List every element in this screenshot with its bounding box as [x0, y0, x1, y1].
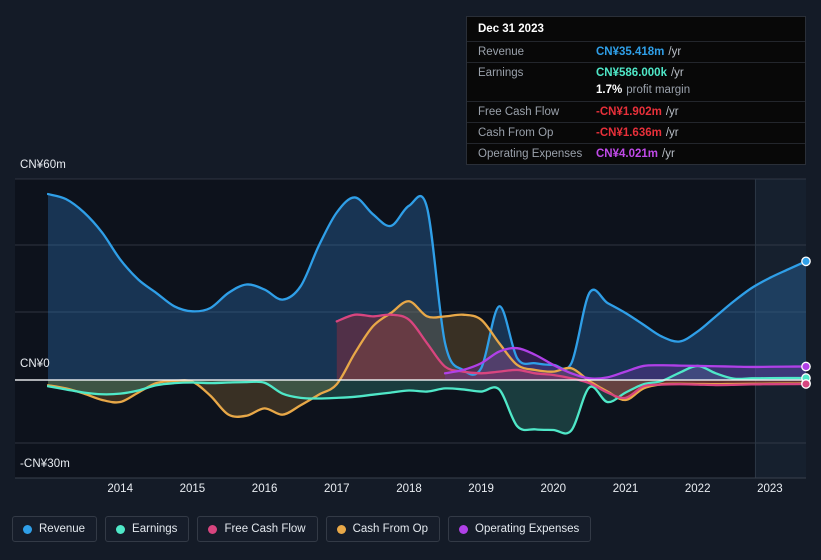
legend-item-label: Earnings: [132, 523, 178, 535]
tooltip-row-unit: /yr: [668, 46, 682, 58]
tooltip-row-label: Free Cash Flow: [478, 106, 560, 118]
chart-tooltip: Dec 31 2023 Revenue CN¥35.418m/yr Earnings…: [466, 16, 806, 165]
legend-color-dot-icon: [208, 524, 218, 534]
legend-item-operating-expenses[interactable]: Operating Expenses: [448, 516, 592, 542]
tooltip-margin-value: 1.7%: [596, 84, 623, 96]
series-endpoint-free-cash-flow: [801, 379, 811, 389]
legend-item-label: Operating Expenses: [475, 523, 580, 535]
tooltip-row-value: CN¥4.021m: [596, 148, 659, 160]
legend-color-dot-icon: [459, 524, 469, 534]
tooltip-row-label: Operating Expenses: [478, 148, 583, 160]
tooltip-row-operating-expenses: Operating Expenses CN¥4.021m/yr: [467, 143, 805, 164]
series-endpoint-revenue: [801, 256, 811, 267]
tooltip-row-label: Earnings: [478, 67, 524, 79]
financial-chart-page: CN¥60m CN¥0 -CN¥30m 2014 2015 2016 2017 2018…: [0, 0, 821, 560]
series-endpoint-operating-expenses: [801, 361, 811, 372]
legend-color-dot-icon: [116, 524, 126, 534]
legend-item-label: Revenue: [39, 523, 86, 535]
tooltip-row-value: CN¥35.418m: [596, 46, 665, 58]
tooltip-row-unit: /yr: [665, 127, 679, 139]
legend-color-dot-icon: [336, 524, 346, 534]
tooltip-row-unit: /yr: [662, 148, 675, 160]
tooltip-rows: Revenue CN¥35.418m/yr Earnings CN¥586.000k /…: [467, 41, 805, 164]
legend-item-label: Free Cash Flow: [224, 523, 306, 535]
legend-color-dot-icon: [23, 524, 32, 534]
tooltip-margin-text: profit margin: [626, 84, 691, 96]
tooltip-row-cash-from-op: Cash From Op -CN¥1.636m/yr: [467, 122, 805, 143]
legend-item-free-cash-flow[interactable]: Free Cash Flow: [197, 516, 318, 542]
tooltip-row-value: -CN¥1.902m: [596, 106, 662, 118]
chart-legend: Revenue Earnings Free Cash Flow Cash From O…: [12, 516, 592, 542]
tooltip-row-unit: /yr: [665, 106, 679, 118]
legend-item-revenue[interactable]: Revenue: [12, 516, 98, 542]
tooltip-row-label: Cash From Op: [478, 127, 554, 139]
tooltip-row-unit: /yr: [670, 67, 684, 79]
tooltip-profit-margin: 1.7% profit margin: [467, 83, 805, 101]
legend-item-cash-from-op[interactable]: Cash From Op: [325, 516, 441, 542]
tooltip-row-free-cash-flow: Free Cash Flow -CN¥1.902m/yr: [467, 101, 805, 122]
tooltip-row-value: -CN¥1.636m: [596, 127, 662, 139]
legend-item-earnings[interactable]: Earnings: [105, 516, 190, 542]
tooltip-row-label: Revenue: [478, 46, 525, 58]
tooltip-row-value: CN¥586.000k: [596, 67, 667, 79]
legend-item-label: Cash From Op: [352, 523, 429, 535]
tooltip-row-revenue: Revenue CN¥35.418m/yr: [467, 41, 805, 62]
tooltip-date: Dec 31 2023: [478, 23, 544, 35]
tooltip-row-earnings: Earnings CN¥586.000k/yr: [467, 62, 805, 83]
